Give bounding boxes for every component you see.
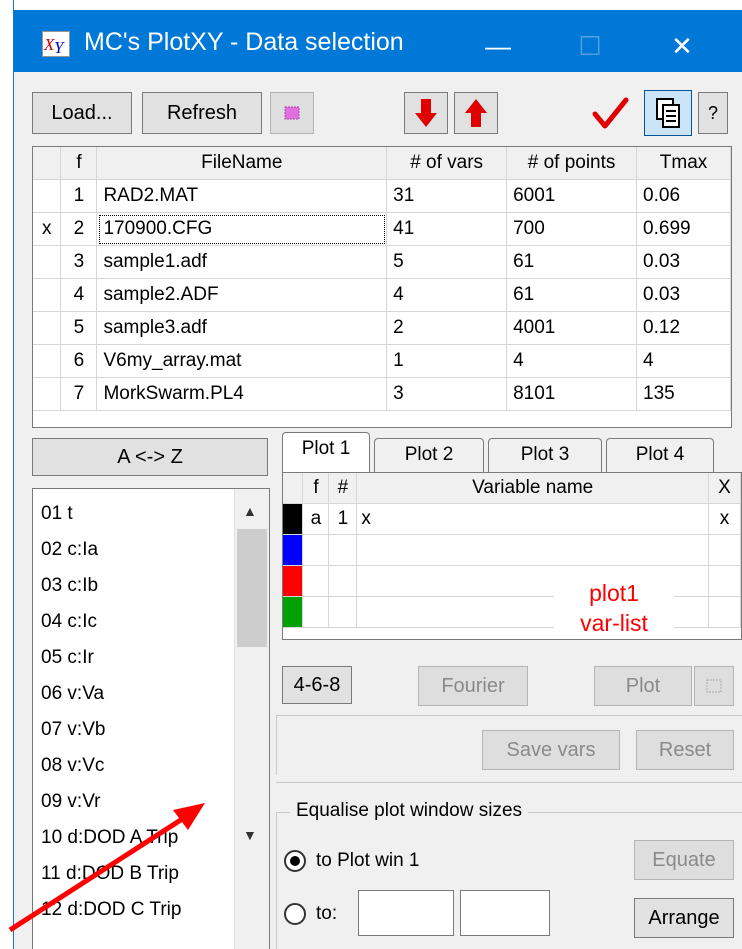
annotation-arrow [8,803,205,933]
arrow-shaft [8,811,192,933]
arrow-head-icon [173,803,205,830]
